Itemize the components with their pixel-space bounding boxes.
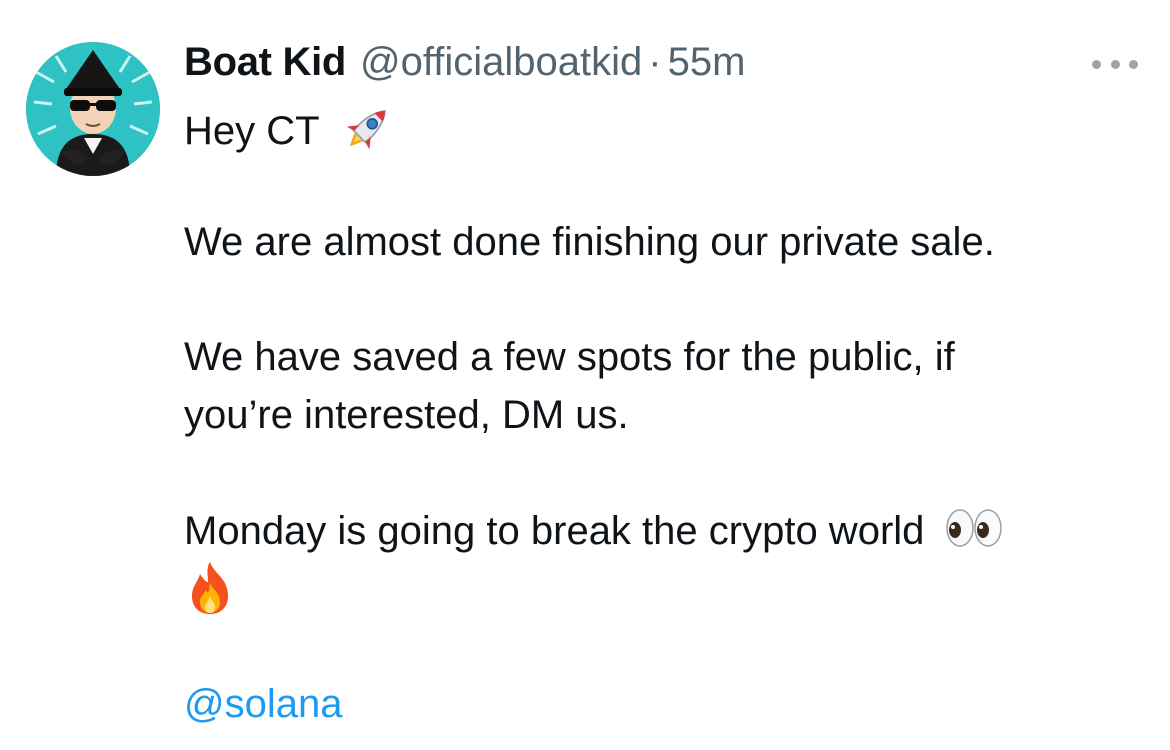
- more-horizontal-icon: [1092, 59, 1101, 69]
- tweet-text-line: Hey CT: [184, 100, 396, 167]
- tweet-text: Monday is going to break the crypto worl…: [184, 509, 925, 554]
- more-options-button[interactable]: [1092, 54, 1138, 74]
- more-horizontal-icon: [1129, 59, 1138, 69]
- avatar-image: [26, 42, 160, 176]
- mention-link[interactable]: @solana: [184, 680, 342, 728]
- timestamp[interactable]: 55m: [668, 40, 746, 85]
- tweet-text-line: [184, 560, 236, 616]
- more-horizontal-icon: [1110, 59, 1120, 69]
- separator-dot: ·: [648, 40, 662, 84]
- avatar[interactable]: [26, 42, 160, 176]
- tweet-text-line: We have saved a few spots for the public…: [184, 335, 955, 379]
- display-name[interactable]: Boat Kid: [184, 40, 346, 85]
- tweet-text-line: you’re interested, DM us.: [184, 393, 629, 437]
- tweet[interactable]: Boat Kid @officialboatkid · 55m Hey CT W…: [0, 0, 1170, 750]
- rocket-icon: [340, 100, 396, 167]
- fire-icon: [184, 560, 236, 627]
- eyes-icon: [944, 506, 1004, 561]
- user-handle[interactable]: @officialboatkid: [360, 40, 642, 85]
- tweet-text-line: We are almost done finishing our private…: [184, 220, 995, 264]
- tweet-header: Boat Kid @officialboatkid · 55m: [184, 40, 745, 90]
- tweet-text-line: Monday is going to break the crypto worl…: [184, 506, 1004, 561]
- tweet-text: Hey CT: [184, 109, 319, 154]
